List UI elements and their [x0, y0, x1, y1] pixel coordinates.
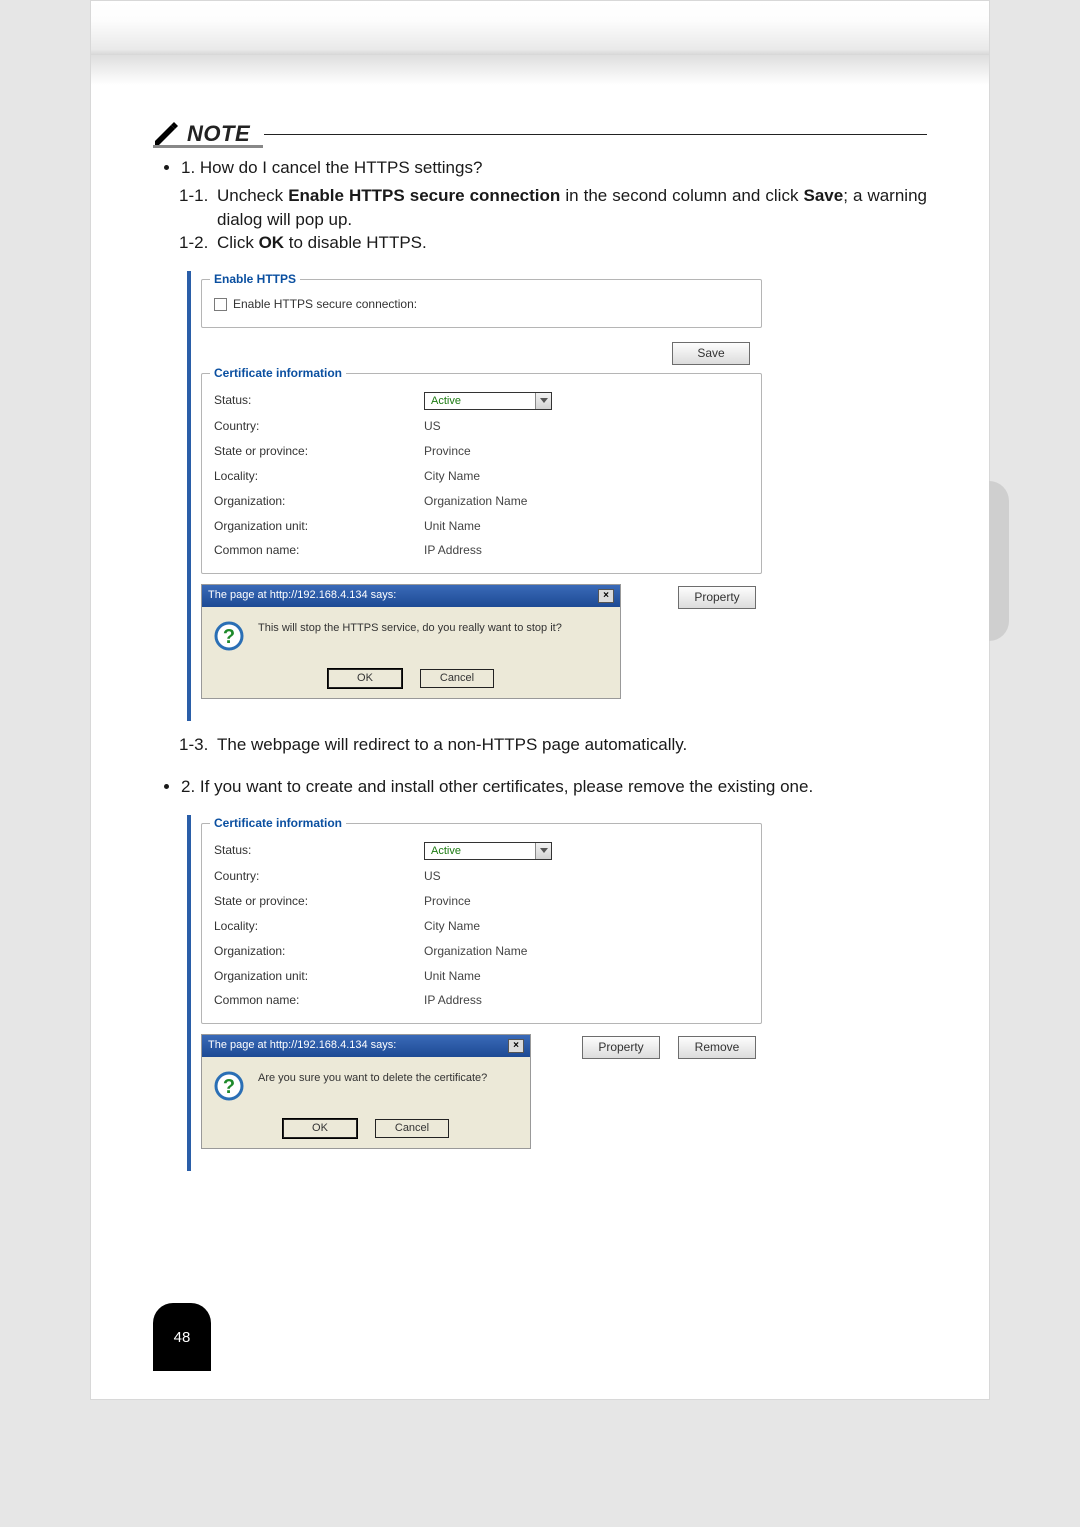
- cert-info-fieldset: Certificate information Status: Active C…: [201, 373, 762, 574]
- dialog-ok-button[interactable]: OK: [283, 1119, 357, 1138]
- orgu-value: Unit Name: [424, 518, 481, 535]
- confirm-stop-dialog: The page at http://192.168.4.134 says: ×…: [201, 584, 621, 699]
- svg-text:?: ?: [223, 1076, 235, 1098]
- status-select-value: Active: [425, 844, 535, 859]
- state-label: State or province:: [214, 893, 424, 910]
- note-heading: NOTE: [153, 121, 927, 147]
- org-value: Organization Name: [424, 493, 527, 510]
- page-header-band: [91, 1, 989, 56]
- screenshot-2: Certificate information Status: Active C…: [187, 815, 772, 1171]
- step-1-2: 1-2. Click OK to disable HTTPS.: [179, 231, 927, 255]
- svg-text:?: ?: [223, 626, 235, 648]
- country-label: Country:: [214, 868, 424, 885]
- t: in the second column and click: [560, 186, 803, 205]
- status-label: Status:: [214, 392, 424, 411]
- state-label: State or province:: [214, 443, 424, 460]
- t: Uncheck: [217, 186, 288, 205]
- state-value: Province: [424, 893, 471, 910]
- status-select[interactable]: Active: [424, 842, 552, 860]
- chevron-down-icon: [535, 843, 551, 859]
- body-text: 1. How do I cancel the HTTPS settings? 1…: [153, 156, 927, 1171]
- close-icon[interactable]: ×: [598, 589, 614, 603]
- t-bold: Enable HTTPS secure connection: [288, 186, 560, 205]
- note-label: NOTE: [187, 121, 250, 147]
- dialog-cancel-button[interactable]: Cancel: [375, 1119, 449, 1138]
- save-button[interactable]: Save: [672, 342, 750, 365]
- country-value: US: [424, 418, 441, 435]
- country-label: Country:: [214, 418, 424, 435]
- bullet-1: 1. How do I cancel the HTTPS settings?: [181, 156, 927, 180]
- dialog-ok-button[interactable]: OK: [328, 669, 402, 688]
- side-tab-decor: [989, 481, 1009, 641]
- enable-https-legend: Enable HTTPS: [210, 271, 300, 288]
- status-select-value: Active: [425, 394, 535, 409]
- bullet-2: 2. If you want to create and install oth…: [181, 775, 927, 799]
- chevron-down-icon: [535, 393, 551, 409]
- step-1-1: 1-1. Uncheck Enable HTTPS secure connect…: [179, 184, 927, 232]
- cn-value: IP Address: [424, 992, 482, 1009]
- org-label: Organization:: [214, 493, 424, 510]
- t: to disable HTTPS.: [284, 233, 427, 252]
- org-label: Organization:: [214, 943, 424, 960]
- cert-info-legend: Certificate information: [210, 365, 346, 382]
- manual-page: NOTE 1. How do I cancel the HTTPS settin…: [90, 0, 990, 1400]
- status-select[interactable]: Active: [424, 392, 552, 410]
- t: Click: [217, 233, 259, 252]
- orgu-label: Organization unit:: [214, 968, 424, 985]
- locality-value: City Name: [424, 468, 480, 485]
- locality-label: Locality:: [214, 468, 424, 485]
- confirm-delete-dialog: The page at http://192.168.4.134 says: ×…: [201, 1034, 531, 1149]
- enable-https-fieldset: Enable HTTPS Enable HTTPS secure connect…: [201, 279, 762, 328]
- country-value: US: [424, 868, 441, 885]
- property-button[interactable]: Property: [678, 586, 756, 609]
- status-label: Status:: [214, 842, 424, 861]
- orgu-label: Organization unit:: [214, 518, 424, 535]
- orgu-value: Unit Name: [424, 968, 481, 985]
- t-bold: OK: [259, 233, 285, 252]
- question-icon: ?: [214, 621, 244, 651]
- enable-https-checkbox-label: Enable HTTPS secure connection:: [233, 296, 417, 313]
- question-icon: ?: [214, 1071, 244, 1101]
- note-rule: [264, 134, 927, 135]
- cert-info-fieldset-2: Certificate information Status: Active C…: [201, 823, 762, 1024]
- page-number: 48: [153, 1303, 211, 1371]
- org-value: Organization Name: [424, 943, 527, 960]
- enable-https-checkbox[interactable]: [214, 298, 227, 311]
- dialog-title: The page at http://192.168.4.134 says:: [208, 1038, 396, 1053]
- dialog-message: Are you sure you want to delete the cert…: [258, 1071, 487, 1086]
- remove-button[interactable]: Remove: [678, 1036, 756, 1059]
- pencil-icon: [153, 121, 179, 147]
- screenshot-1: Enable HTTPS Enable HTTPS secure connect…: [187, 271, 772, 721]
- dialog-cancel-button[interactable]: Cancel: [420, 669, 494, 688]
- t-bold: Save: [803, 186, 843, 205]
- property-button[interactable]: Property: [582, 1036, 660, 1059]
- cn-value: IP Address: [424, 542, 482, 559]
- locality-value: City Name: [424, 918, 480, 935]
- state-value: Province: [424, 443, 471, 460]
- locality-label: Locality:: [214, 918, 424, 935]
- cn-label: Common name:: [214, 992, 424, 1009]
- cn-label: Common name:: [214, 542, 424, 559]
- dialog-title: The page at http://192.168.4.134 says:: [208, 588, 396, 603]
- step-1-3: 1-3. The webpage will redirect to a non-…: [179, 733, 927, 757]
- close-icon[interactable]: ×: [508, 1039, 524, 1053]
- cert-info-legend-2: Certificate information: [210, 815, 346, 832]
- dialog-message: This will stop the HTTPS service, do you…: [258, 621, 562, 636]
